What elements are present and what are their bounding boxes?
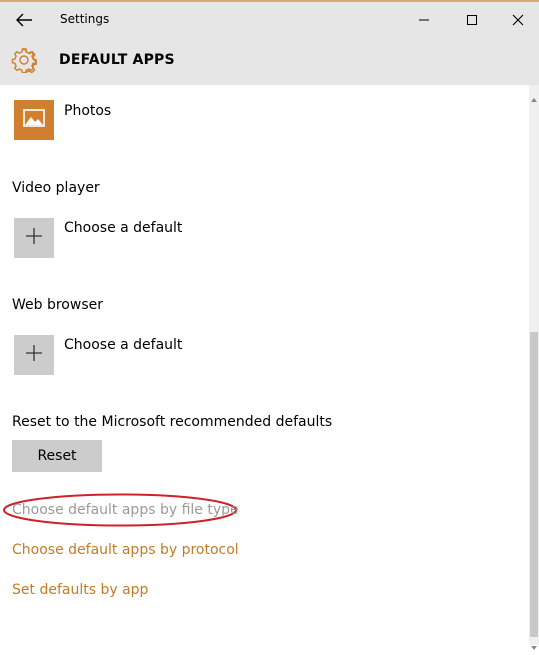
title-bar: Settings (0, 2, 539, 40)
back-arrow-icon[interactable] (14, 11, 34, 29)
scroll-up-arrow-icon[interactable] (531, 88, 537, 102)
gear-icon (11, 47, 38, 76)
video-player-choose-tile[interactable] (14, 218, 54, 258)
web-browser-choose-default[interactable]: Choose a default (64, 337, 182, 353)
video-player-choose-default[interactable]: Choose a default (64, 220, 182, 236)
reset-button[interactable]: Reset (12, 440, 102, 472)
photos-app-tile[interactable] (14, 100, 54, 140)
scrollbar-thumb[interactable] (530, 332, 538, 637)
close-button[interactable] (510, 12, 526, 28)
maximize-button[interactable] (464, 12, 480, 28)
page-header: DEFAULT APPS (0, 40, 539, 85)
scroll-down-arrow-icon[interactable] (531, 636, 537, 650)
video-player-label: Video player (12, 180, 100, 196)
window-title: Settings (60, 12, 110, 26)
web-browser-choose-tile[interactable] (14, 335, 54, 375)
page-title: DEFAULT APPS (59, 52, 175, 68)
set-defaults-by-app-link[interactable]: Set defaults by app (12, 582, 148, 598)
minimize-button[interactable] (416, 12, 432, 28)
plus-icon (25, 344, 43, 366)
web-browser-label: Web browser (12, 297, 103, 313)
default-apps-content: Photos Video player Choose a default Web… (0, 85, 529, 645)
photos-icon (23, 109, 45, 131)
file-type-link[interactable]: Choose default apps by file type (12, 502, 239, 518)
protocol-link[interactable]: Choose default apps by protocol (12, 542, 239, 558)
plus-icon (25, 227, 43, 249)
reset-description: Reset to the Microsoft recommended defau… (12, 414, 333, 430)
vertical-scrollbar[interactable] (529, 85, 539, 650)
photos-app-name[interactable]: Photos (64, 103, 111, 119)
